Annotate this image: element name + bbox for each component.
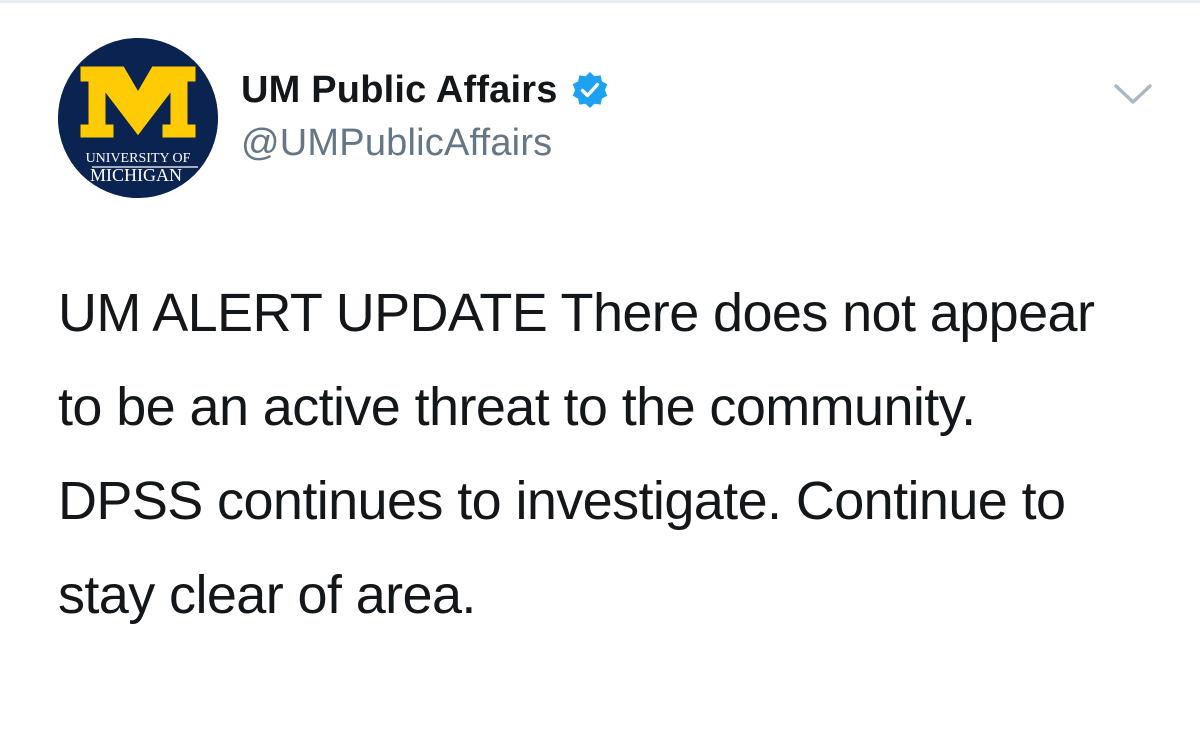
avatar-line1: UNIVERSITY OF: [86, 151, 191, 166]
top-divider: [0, 0, 1200, 3]
chevron-down-icon[interactable]: [1110, 78, 1156, 108]
university-of-michigan-logo: UNIVERSITY OF MICHIGAN: [58, 38, 218, 198]
author-handle[interactable]: @UMPublicAffairs: [241, 122, 610, 165]
avatar-line2: MICHIGAN: [90, 165, 182, 185]
display-name[interactable]: UM Public Affairs: [241, 69, 558, 112]
tweet-header: UNIVERSITY OF MICHIGAN UM Public Affairs…: [58, 38, 1158, 200]
author-names: UM Public Affairs @UMPublicAffairs: [241, 66, 610, 165]
verified-badge-icon: [570, 70, 610, 110]
display-name-row: UM Public Affairs: [241, 66, 610, 114]
avatar[interactable]: UNIVERSITY OF MICHIGAN: [58, 38, 218, 198]
tweet-text: UM ALERT UPDATE There does not appear to…: [58, 283, 1095, 625]
